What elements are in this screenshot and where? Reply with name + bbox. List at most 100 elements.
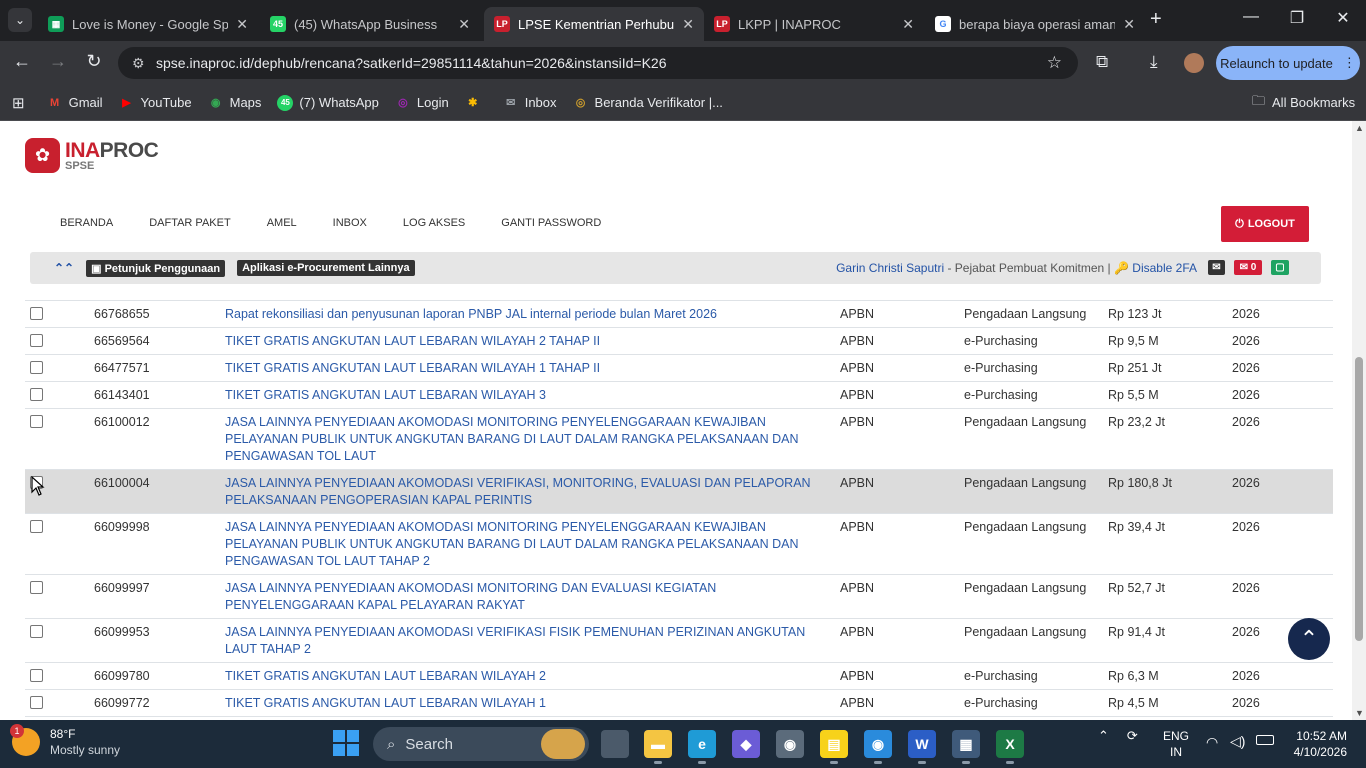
tray-chevron-icon[interactable]: ⌃ (1098, 728, 1109, 744)
clock[interactable]: 10:52 AM 4/10/2026 (1287, 728, 1347, 760)
row-checkbox[interactable] (30, 625, 43, 638)
profile-avatar[interactable] (1184, 53, 1204, 73)
battery-icon[interactable] (1256, 735, 1274, 745)
bookmark-beranda-verifikator[interactable]: ◎ Beranda Verifikator |... (573, 95, 723, 111)
other-apps-button[interactable]: Aplikasi e-Procurement Lainnya (237, 260, 415, 276)
paket-name-link[interactable]: TIKET GRATIS ANGKUTAN LAUT LEBARAN WILAY… (225, 355, 840, 381)
tab-1[interactable]: ▦ Love is Money - Google Spre ✕ (38, 7, 258, 41)
paket-name-link[interactable]: JASA LAINNYA PENYEDIAAN AKOMODASI VERIFI… (225, 470, 840, 513)
new-tab-button[interactable]: + (1150, 8, 1162, 31)
collapse-up-icon[interactable]: ⌃⌃ (54, 261, 74, 275)
chrome-icon[interactable]: ◉ (864, 730, 892, 764)
tab-4[interactable]: LP LKPP | INAPROC ✕ (704, 7, 924, 41)
taskbar-search[interactable]: ⌕ Search (373, 727, 589, 761)
bookmark-maps[interactable]: ◉ Maps (208, 95, 262, 111)
paket-name-link[interactable]: JASA LAINNYA PENYEDIAAN AKOMODASI VERIFI… (225, 619, 840, 662)
bookmark-youtube[interactable]: ▶ YouTube (119, 95, 191, 111)
bookmark-gmail[interactable]: M Gmail (47, 95, 103, 111)
file-explorer-icon[interactable]: ▬ (644, 730, 672, 764)
paket-name-link[interactable]: JASA LAINNYA PENYEDIAAN AKOMODASI MONITO… (225, 575, 840, 618)
bookmark-star-icon[interactable]: ☆ (1047, 53, 1062, 73)
row-checkbox[interactable] (30, 361, 43, 374)
word-icon[interactable]: W (908, 730, 936, 764)
close-window-icon[interactable]: ✕ (1328, 8, 1358, 28)
bookmark-7-whatsapp[interactable]: 45 (7) WhatsApp (277, 94, 379, 111)
calculator-icon[interactable]: ▦ (952, 730, 980, 764)
paket-name-link[interactable]: TIKET GRATIS ANGKUTAN LAUT LEBARAN WILAY… (225, 328, 840, 354)
minimize-icon[interactable]: — (1236, 8, 1266, 26)
inaproc-logo[interactable]: ✿ INAPROC SPSE (25, 138, 159, 173)
reload-icon[interactable]: ↻ (80, 51, 108, 72)
all-bookmarks[interactable]: 🗀 All Bookmarks (1252, 92, 1355, 114)
logout-button[interactable]: ⏻ LOGOUT (1221, 206, 1309, 242)
row-checkbox[interactable] (30, 388, 43, 401)
page-scrollbar[interactable]: ▲ ▼ (1352, 121, 1366, 720)
camera-icon[interactable]: ◉ (776, 730, 804, 758)
close-tab-icon[interactable]: ✕ (1123, 16, 1135, 33)
sync-icon[interactable]: ⟳ (1127, 728, 1138, 744)
relaunch-button[interactable]: Relaunch to update ⋮ (1216, 46, 1360, 80)
inbox-badge[interactable]: ✉ 0 (1234, 260, 1262, 275)
close-tab-icon[interactable]: ✕ (682, 16, 694, 33)
message-icon[interactable]: ✉ (1208, 260, 1225, 275)
language-indicator[interactable]: ENG IN (1163, 728, 1189, 760)
row-checkbox[interactable] (30, 581, 43, 594)
disable-2fa-link[interactable]: 🔑 Disable 2FA (1114, 261, 1197, 275)
back-icon[interactable]: ← (8, 51, 36, 72)
bookmark-photos[interactable]: ✱ (465, 95, 487, 111)
nav-daftar-paket[interactable]: DAFTAR PAKET (149, 217, 231, 229)
paket-name-link[interactable]: TIKET GRATIS ANGKUTAN LAUT LEBARAN WILAY… (225, 690, 840, 716)
bookmark-login[interactable]: ◎ Login (395, 95, 449, 111)
paket-name-link[interactable]: TIKET GRATIS ANGKUTAN LAUT LEBARAN WILAY… (225, 382, 840, 408)
chat-icon[interactable]: ▢ (1271, 260, 1289, 275)
forward-icon[interactable]: → (44, 51, 72, 72)
nav-log-akses[interactable]: LOG AKSES (403, 217, 465, 229)
apps-grid-icon[interactable]: ⊞ (12, 94, 25, 112)
copilot-icon[interactable]: ◆ (732, 730, 760, 758)
close-tab-icon[interactable]: ✕ (902, 16, 914, 33)
task-view-icon[interactable] (601, 730, 629, 758)
row-checkbox[interactable] (30, 669, 43, 682)
scroll-down-arrow-icon[interactable]: ▼ (1355, 708, 1364, 718)
tab-3[interactable]: LP LPSE Kementrian Perhubung ✕ (484, 7, 704, 41)
weather-widget[interactable]: 1 88°F Mostly sunny (10, 724, 120, 758)
more-icon[interactable]: ⋮ (1343, 55, 1356, 71)
row-checkbox[interactable] (30, 696, 43, 709)
edge-icon[interactable]: e (688, 730, 716, 764)
scrollbar-thumb[interactable] (1355, 357, 1363, 641)
paket-name-link[interactable]: Rapat rekonsiliasi dan penyusunan lapora… (225, 301, 840, 327)
close-tab-icon[interactable]: ✕ (236, 16, 248, 33)
paket-name-link[interactable]: JASA LAINNYA PENYEDIAAN AKOMODASI MONITO… (225, 409, 840, 469)
scroll-up-arrow-icon[interactable]: ▲ (1355, 123, 1364, 133)
nav-inbox[interactable]: INBOX (333, 217, 367, 229)
app-glyph: ◆ (740, 735, 752, 752)
tab-2[interactable]: 45 (45) WhatsApp Business ✕ (260, 7, 480, 41)
nav-ganti-password[interactable]: GANTI PASSWORD (501, 217, 601, 229)
user-name[interactable]: Garin Christi Saputri (836, 261, 944, 275)
bookmark-inbox[interactable]: ✉ Inbox (503, 95, 556, 111)
paket-name-link[interactable]: TIKET GRATIS ANGKUTAN LAUT LEBARAN WILAY… (225, 663, 840, 689)
wifi-icon[interactable]: ◠ (1206, 734, 1218, 751)
excel-icon[interactable]: X (996, 730, 1024, 764)
restore-icon[interactable]: ❐ (1282, 8, 1312, 28)
row-checkbox[interactable] (30, 334, 43, 347)
nav-amel[interactable]: AMEL (267, 217, 297, 229)
close-tab-icon[interactable]: ✕ (458, 16, 470, 33)
scroll-to-top-button[interactable]: ⌃ (1288, 618, 1330, 660)
row-checkbox[interactable] (30, 415, 43, 428)
help-button[interactable]: ▣ Petunjuk Penggunaan (86, 259, 226, 277)
nav-beranda[interactable]: BERANDA (60, 217, 113, 229)
download-icon[interactable]: ⤓ (1150, 52, 1158, 72)
tab-5[interactable]: Gberapa biaya operasi amand ✕ (925, 7, 1145, 41)
budget-cell: Rp 52,7 Jt (1108, 581, 1165, 595)
row-checkbox[interactable] (30, 520, 43, 533)
site-settings-icon[interactable]: ⚙ (132, 55, 145, 72)
sticky-notes-icon[interactable]: ▤ (820, 730, 848, 764)
address-bar[interactable]: ⚙ spse.inaproc.id/dephub/rencana?satkerI… (118, 47, 1078, 79)
paket-name-link[interactable]: JASA LAINNYA PENYEDIAAN AKOMODASI MONITO… (225, 514, 840, 574)
row-checkbox[interactable] (30, 307, 43, 320)
volume-icon[interactable]: ◁) (1230, 733, 1245, 750)
extensions-icon[interactable]: ⧉ (1096, 52, 1108, 72)
tab-search-button[interactable]: ⌄ (8, 8, 32, 32)
windows-start-icon[interactable] (333, 730, 359, 756)
